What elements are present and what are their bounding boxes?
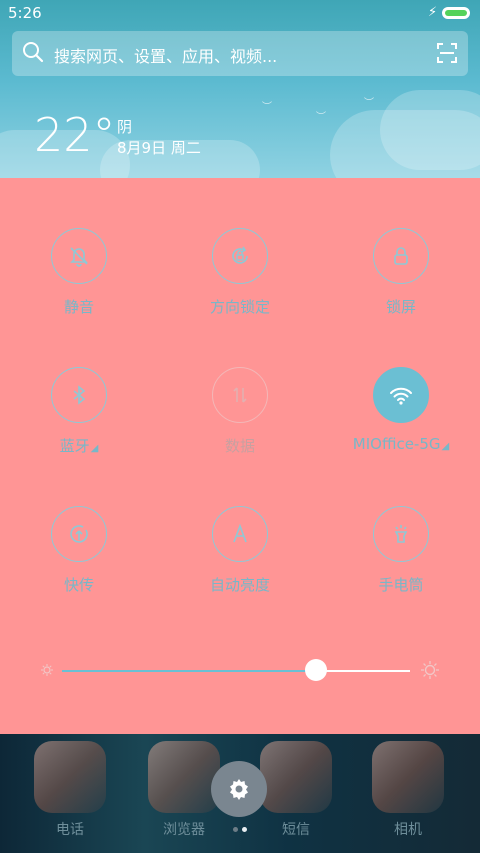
bird-icon: ︶ bbox=[316, 112, 326, 123]
settings-button[interactable] bbox=[211, 761, 267, 817]
status-bar: 5:26 ⚡ bbox=[0, 0, 480, 26]
data-icon bbox=[212, 367, 268, 423]
toggle-label: 静音 bbox=[63, 298, 94, 316]
cloud-decoration bbox=[380, 90, 480, 170]
brightness-slider-fill bbox=[62, 670, 317, 672]
brightness-high-icon bbox=[421, 661, 439, 679]
bell-off-icon bbox=[51, 228, 107, 284]
toggle-label: MIOffice-5G◢ bbox=[352, 435, 450, 453]
toggle-mute[interactable]: 静音 bbox=[14, 228, 144, 317]
browser-app-icon bbox=[148, 741, 220, 813]
camera-app-icon bbox=[372, 741, 444, 813]
weather-date: 8月9日 周二 bbox=[117, 139, 201, 157]
charging-icon: ⚡ bbox=[428, 5, 438, 20]
toggle-flashlight[interactable]: 手电筒 bbox=[336, 506, 466, 595]
toggle-lock-screen[interactable]: 锁屏 bbox=[336, 228, 466, 317]
toggle-label: 锁屏 bbox=[385, 298, 416, 316]
toggle-rotation-lock[interactable]: 方向锁定 bbox=[175, 228, 305, 317]
app-label: 电话 bbox=[56, 822, 84, 838]
dock-app-phone[interactable]: 电话 bbox=[25, 741, 115, 839]
toggle-label: 蓝牙◢ bbox=[59, 437, 99, 455]
toggle-bluetooth[interactable]: 蓝牙◢ bbox=[14, 367, 144, 456]
messages-app-icon bbox=[260, 741, 332, 813]
wifi-icon bbox=[373, 367, 429, 423]
app-label: 浏览器 bbox=[163, 822, 205, 838]
search-bar[interactable]: 搜索网页、设置、应用、视频... bbox=[12, 31, 468, 76]
weather-condition: 阴 bbox=[117, 118, 133, 136]
dock-app-camera[interactable]: 相机 bbox=[363, 741, 453, 839]
gear-icon bbox=[230, 779, 248, 800]
page-indicator-dot bbox=[233, 827, 238, 832]
toggle-wifi[interactable]: MIOffice-5G◢ bbox=[336, 367, 466, 453]
brightness-slider-thumb[interactable] bbox=[305, 659, 328, 681]
toggle-data[interactable]: 数据 bbox=[175, 367, 305, 456]
phone-app-icon bbox=[34, 741, 106, 813]
brightness-slider[interactable] bbox=[62, 670, 410, 672]
top-header: ︶ ︶ ︶ 5:26 ⚡ 搜索网页、设置、应用、视频... 22° 阴 8月9日… bbox=[0, 0, 480, 178]
toggle-label: 数据 bbox=[224, 437, 255, 455]
app-label: 短信 bbox=[282, 822, 310, 838]
toggle-auto-brightness[interactable]: 自动亮度 bbox=[175, 506, 305, 595]
brightness-low-icon bbox=[41, 664, 53, 676]
rotation-lock-icon bbox=[212, 228, 268, 284]
toggle-label: 快传 bbox=[63, 576, 94, 594]
lock-icon bbox=[373, 228, 429, 284]
search-placeholder: 搜索网页、设置、应用、视频... bbox=[54, 47, 278, 66]
search-icon bbox=[23, 42, 44, 63]
battery-icon bbox=[442, 7, 470, 19]
bird-icon: ︶ bbox=[262, 102, 272, 113]
expand-triangle-icon: ◢ bbox=[441, 441, 450, 452]
auto-brightness-icon bbox=[212, 506, 268, 562]
scan-icon[interactable] bbox=[436, 42, 458, 64]
toggle-share[interactable]: 快传 bbox=[14, 506, 144, 595]
status-time: 5:26 bbox=[8, 4, 42, 22]
expand-triangle-icon: ◢ bbox=[90, 443, 99, 454]
toggle-label: 方向锁定 bbox=[209, 298, 270, 316]
bluetooth-icon bbox=[51, 367, 107, 423]
toggle-label: 手电筒 bbox=[378, 576, 424, 594]
page-indicator-dot-active bbox=[242, 827, 247, 832]
bird-icon: ︶ bbox=[364, 98, 374, 109]
flashlight-icon bbox=[373, 506, 429, 562]
toggle-label: 自动亮度 bbox=[209, 576, 270, 594]
app-label: 相机 bbox=[394, 822, 422, 838]
share-icon bbox=[51, 506, 107, 562]
temperature: 22° bbox=[34, 108, 116, 162]
